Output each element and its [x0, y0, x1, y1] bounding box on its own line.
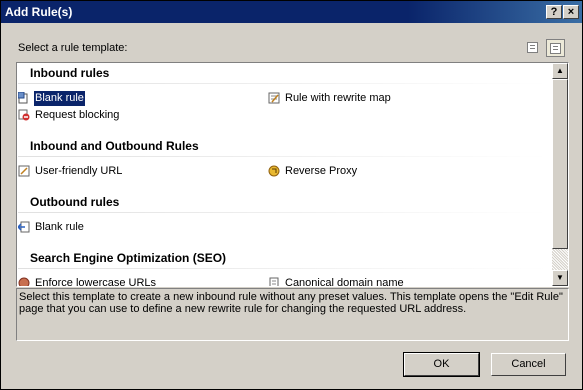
- item-enforce-lowercase-urls[interactable]: Enforce lowercase URLs: [18, 276, 156, 286]
- reverse-proxy-icon: [268, 165, 280, 177]
- item-outbound-blank-rule[interactable]: Blank rule: [18, 220, 84, 235]
- lowercase-icon: [18, 277, 30, 286]
- group-inbound-rules: Inbound rules: [30, 66, 110, 80]
- template-label: Select a rule template:: [18, 42, 128, 54]
- scroll-up-button[interactable]: ▲: [552, 63, 568, 79]
- user-friendly-url-icon: [18, 165, 30, 177]
- group-outbound-rules: Outbound rules: [30, 195, 120, 209]
- title-bar[interactable]: Add Rule(s) ? ×: [1, 1, 582, 23]
- tile-view-icon: [550, 43, 561, 54]
- item-canonical-domain-name[interactable]: Canonical domain name: [268, 276, 404, 286]
- request-blocking-icon: [18, 109, 30, 121]
- vertical-scrollbar[interactable]: ▲ ▼: [552, 63, 568, 286]
- scroll-thumb[interactable]: [552, 79, 568, 249]
- group-separator: [18, 212, 548, 213]
- rewrite-map-icon: [268, 92, 280, 104]
- group-seo: Search Engine Optimization (SEO): [30, 251, 227, 265]
- scroll-down-button[interactable]: ▼: [552, 270, 568, 286]
- blank-rule-icon: [18, 92, 28, 104]
- list-view-icon: [527, 42, 538, 53]
- tile-view-button[interactable]: [546, 39, 565, 57]
- window-title: Add Rule(s): [5, 5, 73, 19]
- group-separator: [18, 83, 548, 84]
- item-rule-with-rewrite-map[interactable]: Rule with rewrite map: [268, 91, 391, 106]
- ok-button[interactable]: OK: [403, 352, 480, 377]
- item-reverse-proxy[interactable]: Reverse Proxy: [268, 164, 357, 179]
- group-inbound-outbound-rules: Inbound and Outbound Rules: [30, 139, 199, 153]
- template-description: Select this template to create a new inb…: [16, 288, 569, 341]
- item-request-blocking[interactable]: Request blocking: [18, 108, 119, 123]
- close-button[interactable]: ×: [563, 5, 579, 19]
- help-button[interactable]: ?: [546, 5, 562, 19]
- add-rules-dialog: Add Rule(s) ? × Select a rule template: …: [0, 0, 583, 390]
- item-inbound-blank-rule[interactable]: Blank rule: [18, 91, 85, 106]
- canonical-domain-icon: [269, 277, 279, 286]
- list-view-button[interactable]: [524, 39, 543, 57]
- group-separator: [18, 156, 548, 157]
- outbound-blank-rule-icon: [18, 221, 30, 233]
- cancel-button[interactable]: Cancel: [491, 353, 566, 376]
- item-user-friendly-url[interactable]: User-friendly URL: [18, 164, 122, 179]
- rule-template-list[interactable]: Inbound rules Blank rule Rule with rewri…: [16, 62, 569, 287]
- group-separator: [18, 268, 548, 269]
